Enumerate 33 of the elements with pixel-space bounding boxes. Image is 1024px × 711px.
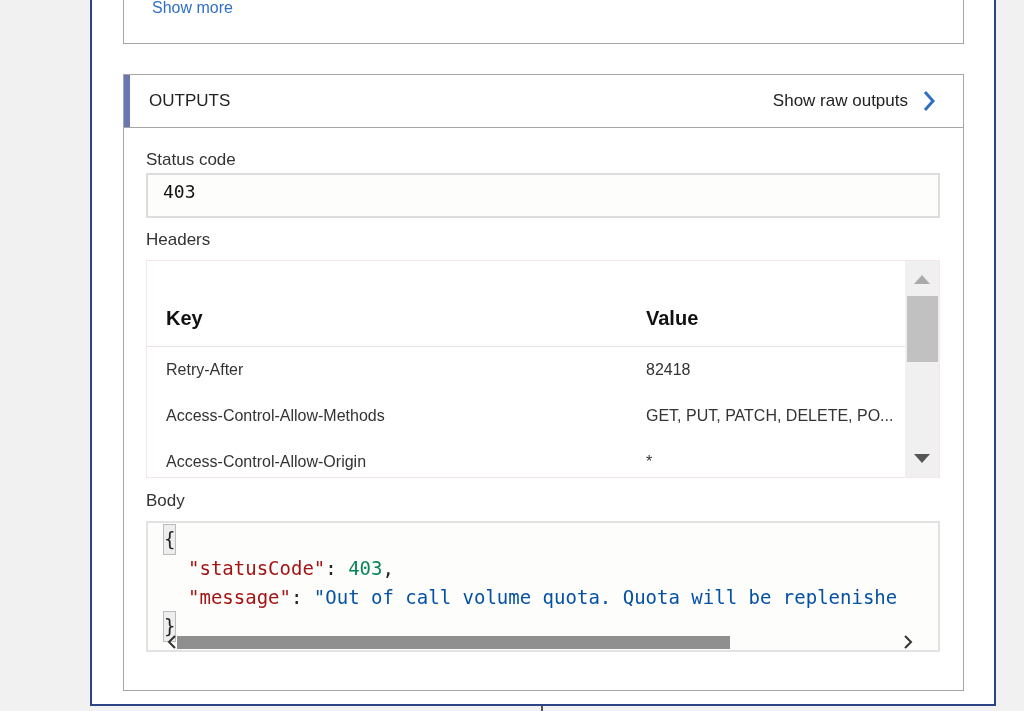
field-label: Body	[146, 490, 186, 512]
status-code-field: 403	[146, 173, 940, 218]
code-token: "Out of call volume quota. Quota will be replenishe	[313, 585, 898, 611]
field-label: Status code	[146, 149, 237, 171]
scroll-left-icon[interactable]	[167, 635, 176, 649]
scroll-up-icon[interactable]	[914, 275, 930, 284]
table-cell-text: Access-Control-Allow-Origin	[166, 452, 368, 472]
scroll-thumb[interactable]	[177, 635, 730, 649]
table-cell-text: Retry-After	[166, 360, 245, 380]
chevron-right-icon	[922, 90, 936, 112]
section-title: OUTPUTS	[149, 90, 231, 113]
table-cell-text: 82418	[646, 360, 691, 380]
code-token: "statusCode"	[188, 556, 326, 582]
scroll-thumb[interactable]	[906, 296, 938, 362]
code-token: :	[325, 556, 338, 582]
table-cell-text: GET, PUT, PATCH, DELETE, PO...	[646, 406, 894, 426]
code-token: ,	[382, 556, 394, 582]
table-cell-text: Access-Control-Allow-Methods	[166, 406, 386, 426]
show-raw-outputs-link[interactable]: Show raw outputs	[772, 88, 936, 114]
code-token: :	[290, 585, 304, 611]
field-label: Headers	[146, 229, 212, 251]
column-header: Value	[646, 306, 699, 331]
scroll-down-icon[interactable]	[914, 454, 930, 463]
accent-bar	[124, 75, 130, 127]
code-token: {	[163, 524, 177, 555]
code-token: "message"	[188, 585, 291, 611]
scroll-right-icon[interactable]	[904, 635, 913, 649]
code-token: 403	[348, 556, 383, 582]
table-cell-text: *	[646, 452, 653, 472]
code-token: }	[163, 611, 177, 642]
show-more-link[interactable]: Show more	[152, 0, 233, 16]
column-header: Key	[166, 306, 204, 331]
vertical-scrollbar[interactable]	[905, 261, 939, 477]
